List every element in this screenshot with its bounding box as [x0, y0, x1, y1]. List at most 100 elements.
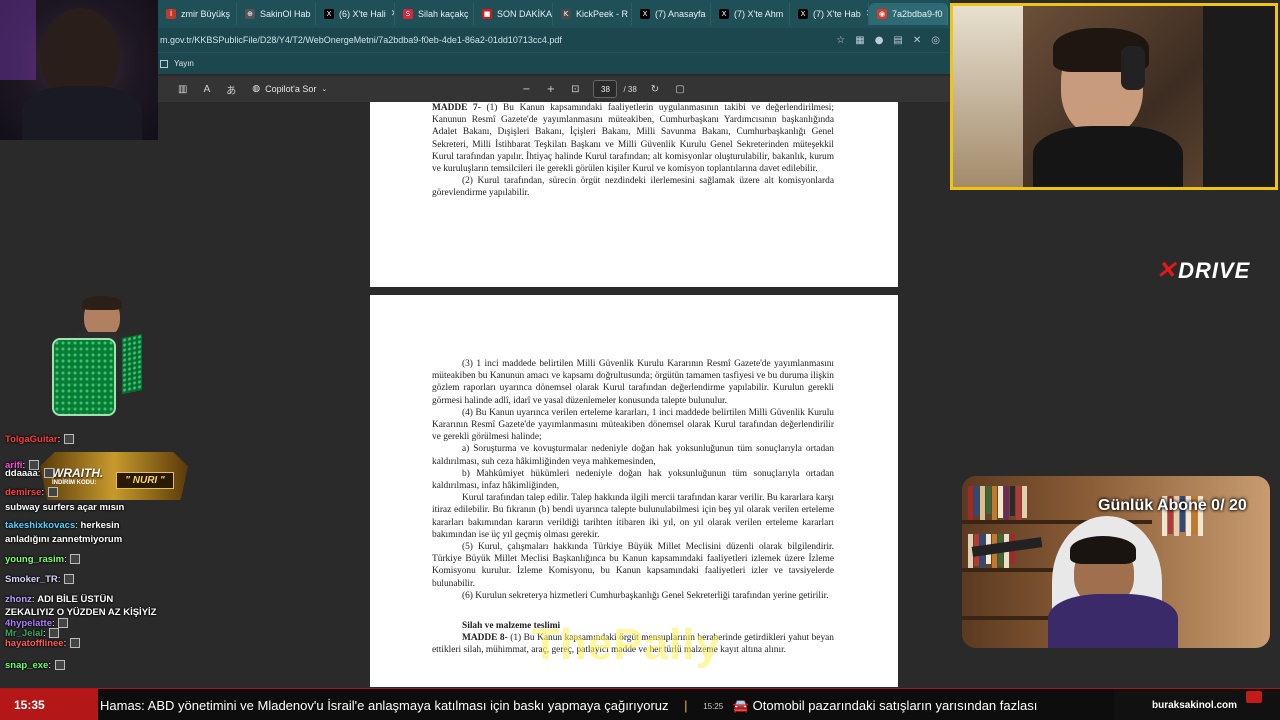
chat-separator: : — [57, 434, 63, 445]
extension-icon-5[interactable]: ◎ — [931, 35, 940, 46]
browser-tab[interactable]: X(7) X'te Hab✕ — [790, 3, 869, 25]
pdf-page-text: MADDE 7- (1) Bu Kanun kapsamındaki faali… — [432, 102, 834, 200]
ticker-headline: Otomobil pazarındaki satışların yarısınd… — [752, 698, 1038, 713]
chat-username: young_rasim — [5, 554, 65, 565]
extension-icon-3[interactable]: ▤ — [893, 35, 902, 46]
streamer-overlay — [52, 296, 150, 418]
address-bar[interactable]: m.gov.tr/KKBSPublicFile/D28/Y4/T2/WebOne… — [158, 28, 950, 52]
browser-tab[interactable]: ◉7a2bdba9-f0✕ — [869, 3, 948, 25]
chat-message: hayatofflinee: — [5, 638, 80, 649]
ticker-site: buraksakinol.com — [1114, 689, 1280, 720]
rotate-icon[interactable]: ↻ — [651, 84, 659, 95]
chat-username: demirse — [5, 487, 42, 498]
browser-tab[interactable]: SSilah kaçakç✕ — [395, 3, 474, 25]
car-icon: 🚘 — [732, 699, 750, 714]
translate-icon[interactable]: あ — [226, 82, 236, 97]
page-number-input[interactable]: 38 — [593, 80, 618, 98]
chat-message: takeshixkovacs: herkesin — [5, 520, 120, 531]
chat-message: demirse: — [5, 487, 58, 498]
page-view-icon[interactable]: ▢ — [675, 84, 684, 95]
copilot-icon: ◍ — [252, 84, 261, 94]
chat-message: Smoker_TR: — [5, 574, 75, 585]
chat-username: zhonz — [5, 594, 32, 605]
tab-label: (7) X'te Hab — [813, 9, 861, 19]
pdf-paragraph: a) Soruşturma ve kovuşturmalar nedeniyle… — [432, 444, 834, 467]
pdf-paragraph: MADDE 7- (1) Bu Kanun kapsamındaki faali… — [432, 103, 834, 175]
chat-text: anladığını zannetmiyorum — [5, 534, 123, 545]
webcam-top-right — [950, 3, 1278, 190]
contents-icon[interactable]: ▥ — [178, 84, 187, 95]
extension-icon[interactable]: ▦ — [855, 35, 864, 46]
zoom-out-icon[interactable]: − — [522, 84, 530, 95]
pdf-bold-text: MADDE 7- — [432, 103, 481, 113]
ticker-time: 15:25 — [703, 702, 724, 712]
tab-favicon-icon: ⊕ — [245, 9, 255, 19]
chat-emote-icon — [64, 574, 75, 585]
pdf-page-text: (3) 1 inci maddede belirtilen Milli Güve… — [432, 358, 834, 657]
tab-favicon-icon: İ — [166, 9, 176, 19]
chat-message: snap_exe: — [5, 660, 65, 671]
chat-separator: : — [57, 574, 64, 585]
clock-time: 15:35 — [14, 698, 45, 712]
url-text[interactable]: m.gov.tr/KKBSPublicFile/D28/Y4/T2/WebOne… — [160, 35, 562, 45]
chat-text: ADI BİLE ÜSTÜN — [37, 594, 114, 605]
extension-icon-4[interactable]: ✕ — [913, 35, 921, 46]
extension-icon-2[interactable]: ● — [875, 35, 884, 46]
pdf-page-37: MADDE 7- (1) Bu Kanun kapsamındaki faali… — [370, 102, 898, 287]
chat-separator: : — [37, 468, 44, 479]
chat-separator: : — [64, 554, 70, 565]
browser-tab[interactable]: X(6) X'te Hali✕ — [316, 3, 395, 25]
zoom-in-icon[interactable]: + — [547, 84, 555, 95]
browser-tab[interactable]: ■SON DAKİKA✕ — [474, 3, 553, 25]
favorite-item-yayin[interactable]: Yayın — [174, 59, 194, 68]
browser-tab[interactable]: X(7) Anasayfa✕ — [632, 3, 711, 25]
fit-page-icon[interactable]: ⊡ — [571, 84, 579, 95]
chat-emote-icon — [49, 628, 60, 639]
tab-label: SON DAKİKA — [497, 9, 553, 19]
copilot-label: Copilot'a Sor — [265, 84, 317, 94]
browser-tab[interactable]: KKickPeek - R✕ — [553, 3, 632, 25]
tab-label: Silah kaçakç — [418, 9, 469, 19]
tab-favicon-icon: ◉ — [877, 9, 887, 19]
tab-favicon-icon: X — [324, 9, 334, 19]
clock-box: 15:35 — [0, 689, 98, 720]
tab-label: 7a2bdba9-f0 — [892, 9, 943, 19]
chat-username: TolgaGuitar — [5, 434, 58, 445]
tab-label: (7) Anasayfa — [655, 9, 706, 19]
chat-username: Smoker_TR — [5, 574, 58, 585]
chat-username: hayatofflinee — [5, 638, 64, 649]
brand-text: DRIVE — [1178, 257, 1251, 283]
chat-message: zhonz: ADI BİLE ÜSTÜN — [5, 594, 113, 605]
chat-message: anladığını zannetmiyorum — [5, 534, 122, 545]
browser-tab[interactable]: X(7) X'te Ahm✕ — [711, 3, 790, 25]
tab-label: KickPeek - R — [576, 9, 629, 19]
chat-message: ZEKALIYIZ O YÜZDEN AZ KİŞİYİZ — [5, 607, 156, 618]
favorite-star-icon[interactable]: ☆ — [836, 35, 845, 46]
tab-label: SakinOl Hab — [260, 9, 311, 19]
tab-favicon-icon: ■ — [482, 9, 492, 19]
channel-logo-icon — [1246, 691, 1262, 703]
pdf-paragraph: (2) Kurul tarafından, sürecin örgüt nezd… — [432, 176, 834, 199]
pdf-bold-text: MADDE 8- — [462, 633, 508, 644]
pdf-paragraph: (3) 1 inci maddede belirtilen Milli Güve… — [432, 359, 834, 406]
ticker-separator: | — [684, 698, 688, 713]
chat-separator: : — [48, 660, 54, 671]
chat-username: takeshixkovacs — [5, 520, 76, 531]
read-aloud-icon[interactable]: A — [203, 84, 210, 95]
chat-overlay: TolgaGuitar: arifi: ddaaaa: demirse: sub… — [0, 432, 190, 692]
browser-tab[interactable]: İzmir Büyükş✕ — [158, 3, 237, 25]
chat-text: subway surfers açar mısın — [5, 502, 125, 513]
address-bar-actions: ☆ ▦ ● ▤ ✕ ◎ — [836, 35, 950, 46]
x-logo-icon: ✕ — [1156, 257, 1178, 284]
tab-favicon-icon: X — [640, 9, 650, 19]
chat-emote-icon — [58, 618, 69, 629]
chat-emote-icon — [54, 660, 65, 671]
pdf-toolbar: ▥ A あ ◍ Copilot'a Sor ⌄ − + ⊡ 38 / 38 ↻ … — [158, 76, 950, 102]
page-total: / 38 — [623, 84, 637, 94]
daily-subscriber-counter: Günlük Abone 0/ 20 — [1098, 497, 1247, 514]
pdf-paragraph: (6) Kurulun sekreterya hizmetleri Cumhur… — [462, 590, 829, 601]
chat-emote-icon — [63, 434, 74, 445]
copilot-ask-button[interactable]: ◍ Copilot'a Sor ⌄ — [252, 84, 327, 94]
pdf-paragraph: Kurul tarafından talep edilir. Talep hak… — [432, 493, 834, 540]
browser-tab[interactable]: ⊕SakinOl Hab✕ — [237, 3, 316, 25]
